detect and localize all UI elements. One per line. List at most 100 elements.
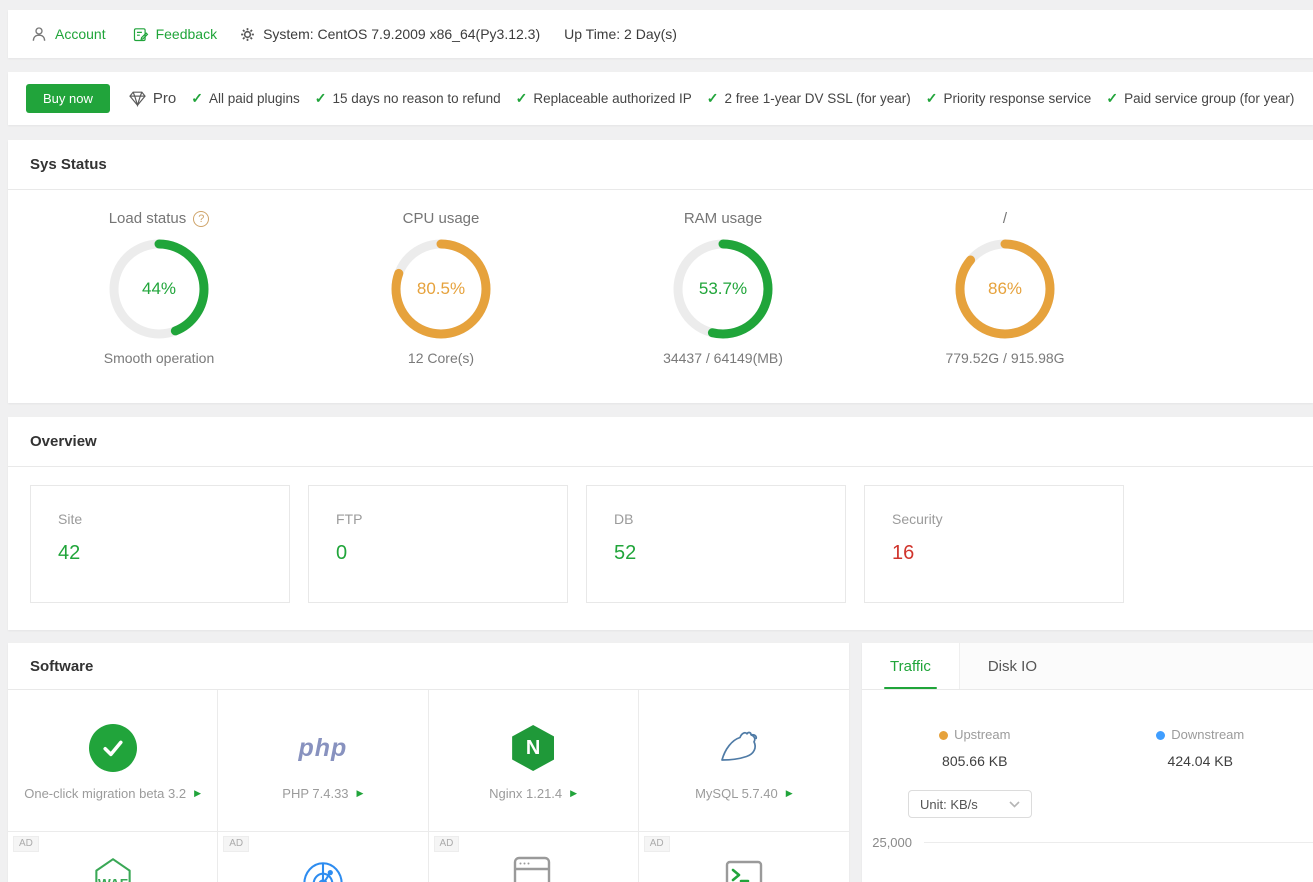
play-icon[interactable]: ▶ (357, 788, 364, 799)
feature-item: ✓2 free 1-year DV SSL (for year) (707, 90, 911, 107)
y-tick-label: 25,000 (862, 835, 924, 850)
php-logo-icon: php (298, 734, 347, 763)
unit-select-value: Unit: KB/s (920, 797, 978, 812)
overview-card-security[interactable]: Security 16 (864, 485, 1124, 603)
feature-item: ✓Priority response service (926, 90, 1092, 107)
gauges-row: Load status ? 44% Smooth operation CPU u… (8, 190, 1313, 366)
overview-card-db[interactable]: DB 52 (586, 485, 846, 603)
software-item-label: Nginx 1.21.4 (489, 786, 562, 801)
waf-shield-icon: WAF (88, 854, 138, 882)
svg-text:WAF: WAF (98, 876, 128, 882)
user-icon (30, 25, 48, 43)
play-icon[interactable]: ▶ (194, 788, 201, 799)
buy-now-button[interactable]: Buy now (26, 84, 110, 113)
migration-check-icon (89, 724, 137, 772)
feedback-link[interactable]: Feedback (132, 26, 217, 43)
software-item-label: PHP 7.4.33 (282, 786, 348, 801)
promo-bar: Buy now Pro ✓All paid plugins ✓15 days n… (8, 72, 1313, 125)
disk-gauge-donut[interactable]: 86% (953, 237, 1057, 341)
gauge-value: 86% (953, 237, 1057, 341)
gauge-value: 80.5% (389, 237, 493, 341)
check-icon: ✓ (1106, 90, 1118, 107)
gauge-title: RAM usage (684, 210, 762, 227)
card-value[interactable]: 16 (892, 542, 1123, 565)
check-icon: ✓ (707, 90, 719, 107)
overview-title: Overview (8, 417, 1313, 467)
gauge-value: 44% (107, 237, 211, 341)
gauge-sublabel: 12 Core(s) (300, 350, 582, 366)
traffic-body: Upstream 805.66 KB Downstream 424.04 KB … (862, 690, 1313, 882)
browser-monitor-icon (510, 854, 556, 882)
feedback-label: Feedback (156, 26, 217, 42)
radar-icon (298, 856, 348, 882)
ad-item-waf[interactable]: AD WAF (8, 832, 218, 882)
pro-label: Pro (153, 90, 176, 107)
card-label: DB (614, 511, 845, 527)
check-icon: ✓ (191, 90, 203, 107)
software-item-nginx[interactable]: N Nginx 1.21.4 ▶ (429, 690, 639, 832)
pro-link[interactable]: Pro (128, 89, 176, 108)
ad-badge: AD (434, 836, 460, 852)
play-icon[interactable]: ▶ (570, 788, 577, 799)
gauge-sublabel: 34437 / 64149(MB) (582, 350, 864, 366)
legend-label: Upstream (954, 727, 1010, 742)
uptime-label: Up Time: 2 Day(s) (564, 26, 677, 42)
ad-item-site-monitor[interactable]: AD (429, 832, 639, 882)
system-label: System: CentOS 7.9.2009 x86_64(Py3.12.3) (263, 26, 540, 42)
sys-status-title: Sys Status (8, 140, 1313, 190)
load-gauge-donut[interactable]: 44% (107, 237, 211, 341)
card-label: FTP (336, 511, 567, 527)
sys-status-section: Sys Status Load status ? 44% Smooth oper… (8, 140, 1313, 403)
gear-icon (239, 26, 256, 43)
legend-upstream[interactable]: Upstream 805.66 KB (862, 726, 1088, 769)
legend-label: Downstream (1171, 727, 1244, 742)
overview-section: Overview Site 42 FTP 0 DB 52 Security 16 (8, 417, 1313, 630)
bottom-row: Software One-click migration beta 3.2▶ p… (8, 643, 1313, 882)
card-label: Site (58, 511, 289, 527)
help-icon[interactable]: ? (193, 211, 209, 227)
account-link[interactable]: Account (30, 25, 106, 43)
gauge-load-status: Load status ? 44% Smooth operation (18, 210, 300, 366)
play-icon[interactable]: ▶ (786, 788, 793, 799)
software-item-label: MySQL 5.7.40 (695, 786, 778, 801)
system-info: System: CentOS 7.9.2009 x86_64(Py3.12.3) (239, 26, 540, 43)
legend-downstream[interactable]: Downstream 424.04 KB (1088, 726, 1313, 769)
upstream-value: 805.66 KB (862, 753, 1088, 769)
gauge-sublabel: 779.52G / 915.98G (864, 350, 1146, 366)
software-item-php[interactable]: php PHP 7.4.33 ▶ (218, 690, 428, 832)
card-value[interactable]: 0 (336, 542, 567, 565)
tab-traffic[interactable]: Traffic (862, 643, 960, 689)
traffic-tabs: Traffic Disk IO (862, 643, 1313, 690)
feature-item: ✓All paid plugins (191, 90, 300, 107)
ad-badge: AD (13, 836, 39, 852)
ad-item-terminal[interactable]: AD (639, 832, 849, 882)
overview-card-site[interactable]: Site 42 (30, 485, 290, 603)
traffic-legend: Upstream 805.66 KB Downstream 424.04 KB (862, 726, 1313, 769)
ad-item-radar[interactable]: AD (218, 832, 428, 882)
account-label: Account (55, 26, 106, 42)
gauge-cpu-usage: CPU usage 80.5% 12 Core(s) (300, 210, 582, 366)
cpu-gauge-donut[interactable]: 80.5% (389, 237, 493, 341)
software-item-migration[interactable]: One-click migration beta 3.2 ▶ (8, 690, 218, 832)
nginx-logo-icon: N (512, 725, 554, 771)
gem-icon (128, 89, 147, 108)
software-item-label: One-click migration beta 3.2 (24, 786, 186, 801)
uptime-info: Up Time: 2 Day(s) (564, 26, 677, 42)
gauge-title: CPU usage (403, 210, 480, 227)
unit-select[interactable]: Unit: KB/s (908, 790, 1032, 818)
gridline (924, 842, 1313, 843)
card-value[interactable]: 42 (58, 542, 289, 565)
check-icon: ✓ (926, 90, 938, 107)
software-item-mysql[interactable]: MySQL 5.7.40 ▶ (639, 690, 849, 832)
gauge-value: 53.7% (671, 237, 775, 341)
card-label: Security (892, 511, 1123, 527)
overview-card-ftp[interactable]: FTP 0 (308, 485, 568, 603)
downstream-value: 424.04 KB (1088, 753, 1313, 769)
gauge-sublabel: Smooth operation (18, 350, 300, 366)
check-icon: ✓ (315, 90, 327, 107)
card-value[interactable]: 52 (614, 542, 845, 565)
ram-gauge-donut[interactable]: 53.7% (671, 237, 775, 341)
ad-badge: AD (644, 836, 670, 852)
tab-disk-io[interactable]: Disk IO (960, 643, 1065, 689)
gauge-ram-usage: RAM usage 53.7% 34437 / 64149(MB) (582, 210, 864, 366)
